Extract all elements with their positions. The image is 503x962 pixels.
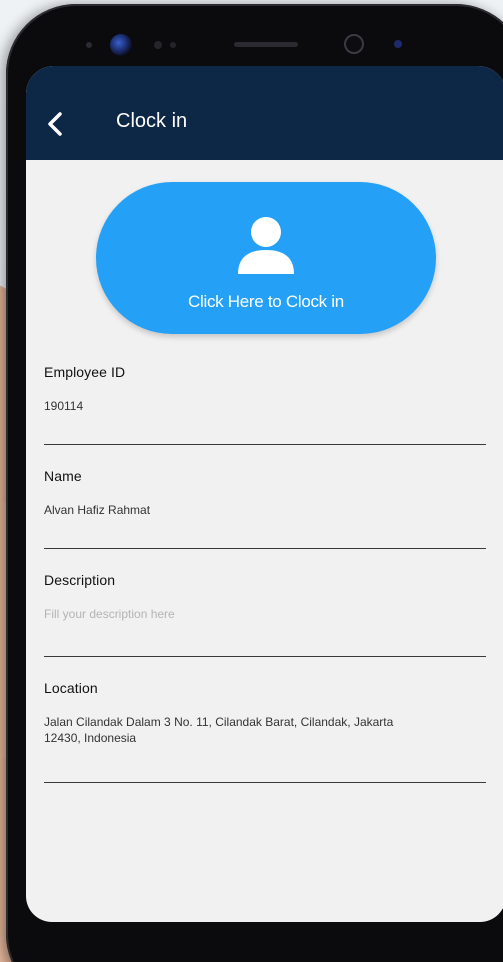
name-field: Name Alvan Hafiz Rahmat — [44, 468, 486, 518]
earpiece-speaker — [234, 42, 298, 47]
location-label: Location — [44, 680, 98, 696]
iris-scanner-icon — [344, 34, 364, 54]
employee-id-value[interactable]: 190114 — [44, 398, 486, 414]
name-value[interactable]: Alvan Hafiz Rahmat — [44, 502, 486, 518]
description-input[interactable]: Fill your description here — [44, 606, 486, 622]
clock-in-label: Click Here to Clock in — [188, 292, 344, 311]
description-underline — [44, 656, 486, 657]
employee-id-field: Employee ID 190114 — [44, 364, 486, 414]
scene: Clock in Click Here to Clock in Employee… — [0, 0, 503, 962]
clock-in-button[interactable]: Click Here to Clock in — [96, 182, 436, 334]
front-camera-icon — [110, 34, 132, 56]
name-underline — [44, 548, 486, 549]
description-label: Description — [44, 572, 116, 588]
app-screen: Clock in Click Here to Clock in Employee… — [26, 66, 503, 922]
name-label: Name — [44, 468, 82, 484]
page-title: Clock in — [116, 110, 188, 132]
phone-top-bezel — [6, 4, 503, 64]
location-value[interactable]: Jalan Cilandak Dalam 3 No. 11, Cilandak … — [44, 714, 414, 746]
chevron-left-icon — [42, 112, 70, 142]
app-header: Clock in — [26, 66, 503, 160]
sensor-icon — [86, 42, 92, 48]
back-button[interactable] — [42, 110, 70, 138]
sensor-icon — [170, 42, 176, 48]
location-underline — [44, 782, 486, 783]
employee-id-underline — [44, 444, 486, 445]
sensor-icon — [394, 40, 402, 48]
sensor-icon — [154, 41, 162, 49]
location-field: Location Jalan Cilandak Dalam 3 No. 11, … — [44, 680, 486, 746]
phone-frame: Clock in Click Here to Clock in Employee… — [6, 4, 503, 962]
person-icon — [234, 214, 298, 278]
description-field: Description Fill your description here — [44, 572, 486, 622]
employee-id-label: Employee ID — [44, 364, 126, 380]
